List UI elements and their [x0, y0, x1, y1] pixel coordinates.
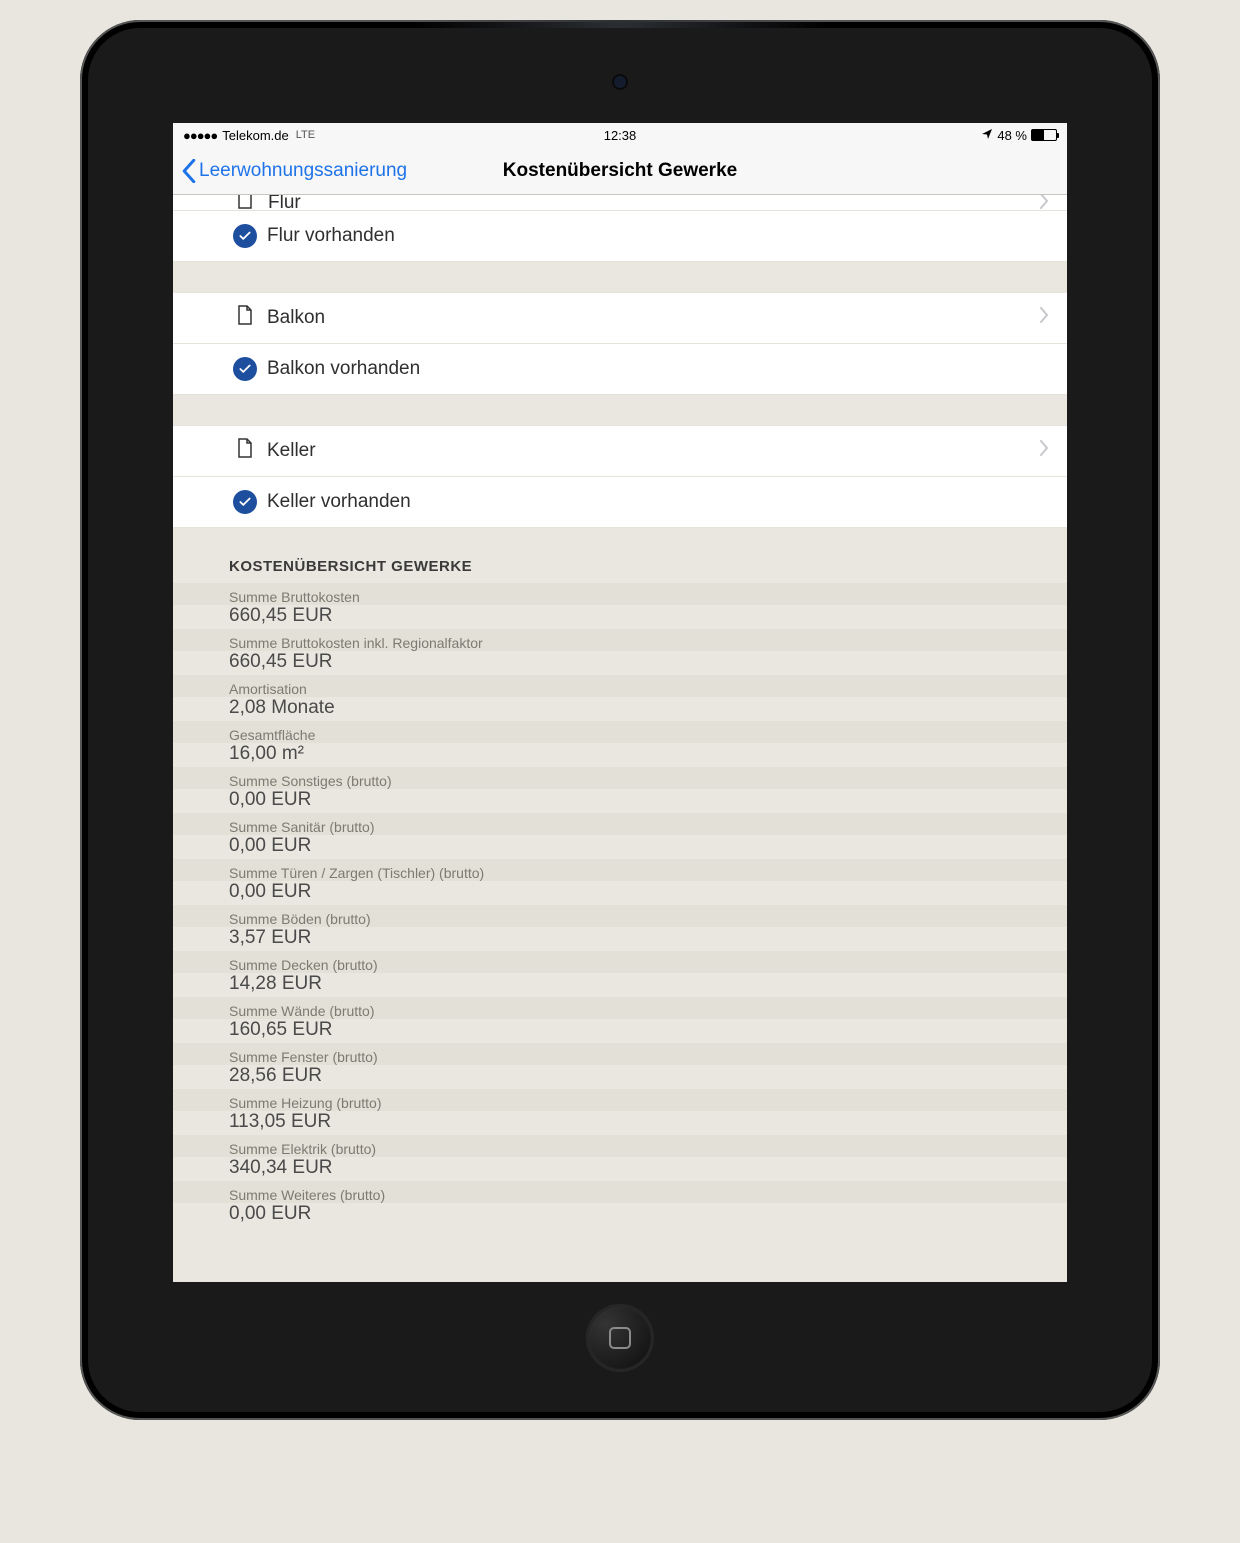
- overview-row-label: Amortisation: [173, 675, 1067, 697]
- overview-row-value: 0,00 EUR: [173, 1203, 1067, 1227]
- overview-row-value: 160,65 EUR: [173, 1019, 1067, 1043]
- overview-row-label: Summe Heizung (brutto): [173, 1089, 1067, 1111]
- nav-title: Kostenübersicht Gewerke: [503, 160, 737, 182]
- overview-row-value: 660,45 EUR: [173, 605, 1067, 629]
- room-balkon-nav[interactable]: Balkon: [173, 292, 1067, 344]
- overview-row-label: Summe Böden (brutto): [173, 905, 1067, 927]
- screen: ●●●●● Telekom.de LTE 12:38 48 % Leerw: [173, 123, 1067, 1282]
- overview-row-label: Summe Wände (brutto): [173, 997, 1067, 1019]
- overview-row-value: 0,00 EUR: [173, 881, 1067, 905]
- overview-row-value: 340,34 EUR: [173, 1157, 1067, 1181]
- check-circle-icon: [233, 357, 257, 381]
- overview-row-label: Summe Bruttokosten inkl. Regionalfaktor: [173, 629, 1067, 651]
- room-flur-label: Flur: [268, 195, 301, 211]
- room-keller-label: Keller: [267, 440, 316, 462]
- room-flur-status-label: Flur vorhanden: [267, 225, 395, 247]
- home-button[interactable]: [586, 1304, 654, 1372]
- room-balkon-status[interactable]: Balkon vorhanden: [173, 344, 1067, 395]
- overview-row-label: Summe Sonstiges (brutto): [173, 767, 1067, 789]
- carrier-label: Telekom.de: [222, 128, 288, 143]
- overview-row-value: 0,00 EUR: [173, 789, 1067, 813]
- document-icon: [237, 438, 253, 464]
- room-flur-status[interactable]: Flur vorhanden: [173, 211, 1067, 262]
- signal-dots-icon: ●●●●●: [183, 128, 217, 143]
- ipad-frame: ●●●●● Telekom.de LTE 12:38 48 % Leerw: [80, 20, 1160, 1420]
- overview-row-label: Summe Sanitär (brutto): [173, 813, 1067, 835]
- nav-bar: Leerwohnungssanierung Kostenübersicht Ge…: [173, 147, 1067, 195]
- camera-dot: [614, 76, 626, 88]
- overview-row-value: 2,08 Monate: [173, 697, 1067, 721]
- overview-heading: KOSTENÜBERSICHT GEWERKE: [173, 528, 1067, 583]
- chevron-right-icon: [1039, 307, 1049, 329]
- overview-row-value: 14,28 EUR: [173, 973, 1067, 997]
- overview-row-value: 3,57 EUR: [173, 927, 1067, 951]
- back-label: Leerwohnungssanierung: [199, 160, 407, 182]
- overview-row-label: Gesamtfläche: [173, 721, 1067, 743]
- document-icon: [237, 195, 253, 211]
- battery-icon: [1031, 129, 1057, 141]
- chevron-left-icon: [181, 159, 197, 183]
- content: Flur Flur vorhanden: [173, 195, 1067, 1227]
- room-flur-nav[interactable]: Flur: [173, 195, 1067, 211]
- network-label: LTE: [296, 129, 315, 141]
- chevron-right-icon: [1039, 440, 1049, 462]
- overview-row-value: 660,45 EUR: [173, 651, 1067, 675]
- back-button[interactable]: Leerwohnungssanierung: [181, 159, 407, 183]
- chevron-right-icon: [1039, 195, 1049, 211]
- overview-row-label: Summe Elektrik (brutto): [173, 1135, 1067, 1157]
- location-icon: [981, 128, 993, 143]
- check-circle-icon: [233, 224, 257, 248]
- status-bar: ●●●●● Telekom.de LTE 12:38 48 %: [173, 123, 1067, 147]
- check-circle-icon: [233, 490, 257, 514]
- room-keller-status-label: Keller vorhanden: [267, 491, 411, 513]
- room-balkon-label: Balkon: [267, 307, 325, 329]
- overview-row-value: 113,05 EUR: [173, 1111, 1067, 1135]
- overview-row-label: Summe Fenster (brutto): [173, 1043, 1067, 1065]
- overview-list: Summe Bruttokosten660,45 EURSumme Brutto…: [173, 583, 1067, 1227]
- overview-row-label: Summe Decken (brutto): [173, 951, 1067, 973]
- room-keller-nav[interactable]: Keller: [173, 425, 1067, 477]
- overview-row-value: 28,56 EUR: [173, 1065, 1067, 1089]
- room-keller-status[interactable]: Keller vorhanden: [173, 477, 1067, 528]
- room-balkon-status-label: Balkon vorhanden: [267, 358, 420, 380]
- document-icon: [237, 305, 253, 331]
- battery-percent: 48 %: [997, 128, 1027, 143]
- overview-row-label: Summe Weiteres (brutto): [173, 1181, 1067, 1203]
- overview-row-label: Summe Bruttokosten: [173, 583, 1067, 605]
- overview-row-value: 16,00 m²: [173, 743, 1067, 767]
- overview-row-label: Summe Türen / Zargen (Tischler) (brutto): [173, 859, 1067, 881]
- overview-row-value: 0,00 EUR: [173, 835, 1067, 859]
- clock: 12:38: [604, 128, 637, 143]
